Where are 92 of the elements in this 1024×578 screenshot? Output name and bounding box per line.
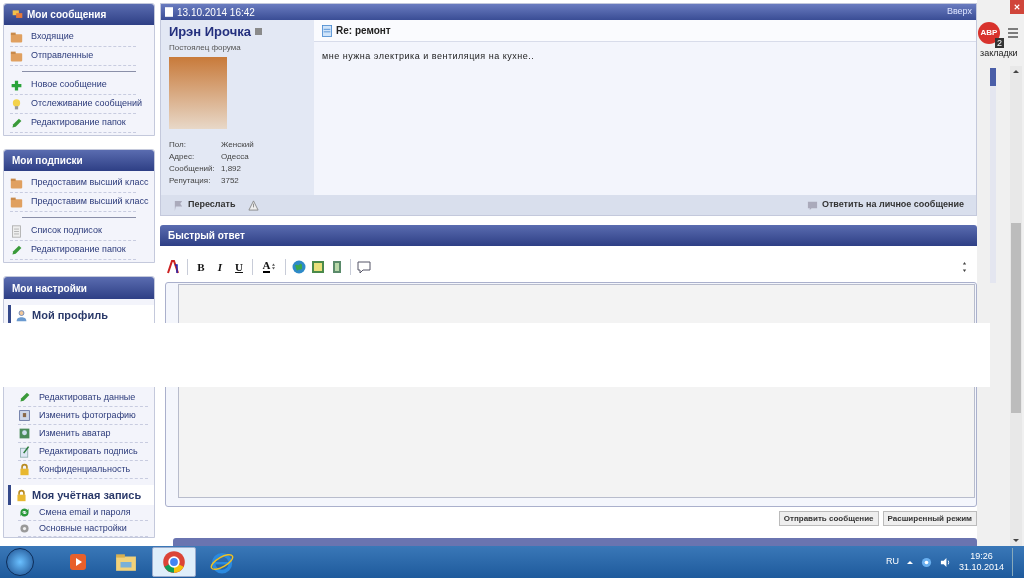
stat-label: Репутация: <box>169 174 212 187</box>
panel-header: Мои сообщения <box>4 4 154 25</box>
count-badge: 2 <box>995 38 1004 48</box>
resize-arrows-icon[interactable] <box>962 260 967 273</box>
taskbar-button[interactable] <box>152 547 196 577</box>
form-button[interactable]: Расширенный режим <box>882 511 977 527</box>
sidebar-link[interactable]: Предоставим высший класс <box>31 176 149 190</box>
dropdown-arrows-icon <box>272 263 276 271</box>
pencil-icon <box>10 116 23 130</box>
panel-header: Мои настройки <box>4 277 154 299</box>
ie-logo-icon <box>210 550 234 574</box>
padlock-icon <box>18 463 31 476</box>
sidebar-link[interactable]: Редактирование папок <box>31 243 126 257</box>
sidebar-link[interactable]: Редактирование папок <box>31 116 126 130</box>
forward-button[interactable]: Переслать <box>173 198 236 212</box>
pen-paper-icon <box>18 445 31 458</box>
language-indicator[interactable]: RU <box>885 555 899 569</box>
stat-value: 1,892 <box>221 162 242 175</box>
sidebar-link[interactable]: Предоставим высший класс <box>31 195 149 209</box>
stat-label: Сообщений: <box>169 162 216 175</box>
menu-icon[interactable] <box>1008 28 1018 38</box>
sidebar-link[interactable]: Смена email и пароля <box>39 505 131 520</box>
refresh-icon <box>18 506 31 519</box>
form-button[interactable]: Отправить сообщение <box>778 511 879 527</box>
sidebar-link[interactable]: Список подписок <box>31 224 102 238</box>
stat-value: Одесса <box>221 150 249 163</box>
image-icon[interactable] <box>310 258 326 275</box>
tray-arrow-icon[interactable] <box>906 560 913 564</box>
message-field[interactable] <box>178 386 975 499</box>
speaker-icon[interactable] <box>939 556 951 568</box>
folder-icon <box>10 30 23 44</box>
top-link[interactable]: Вверх <box>946 5 972 19</box>
section-heading: Мой профиль <box>8 305 154 325</box>
folder-icon <box>114 551 138 573</box>
reply-button[interactable]: Ответить на личное сообщение <box>806 198 964 212</box>
sidebar-link[interactable]: Основные настройки <box>39 521 127 536</box>
plus-icon <box>10 78 23 92</box>
stat-value: Женский <box>221 138 254 151</box>
picture-icon <box>18 427 31 440</box>
sidebar-link[interactable]: Конфиденциальность <box>39 462 131 477</box>
media-player-icon <box>68 552 88 572</box>
panel-header: Мои подписки <box>4 150 154 171</box>
stat-label: Пол: <box>169 138 187 151</box>
font-color-button[interactable]: A <box>258 258 280 275</box>
person-icon <box>15 308 28 322</box>
network-icon[interactable] <box>920 556 932 568</box>
clock[interactable]: 19:26 31.10.2014 <box>958 551 1004 573</box>
sidebar-link[interactable]: Редактировать данные <box>39 390 136 405</box>
italic-button[interactable]: I <box>212 258 228 275</box>
speech-bubble-icon <box>806 199 818 211</box>
sidebar-link[interactable]: Отправленные <box>31 49 94 63</box>
close-icon <box>1014 4 1020 10</box>
user-rank: Постоялец форума <box>169 41 242 54</box>
bookmarks-link[interactable]: закладки <box>980 47 1018 61</box>
flag-icon <box>173 199 184 211</box>
stat-value: 3752 <box>221 174 239 187</box>
sidebar-link[interactable]: Изменить аватар <box>39 426 111 441</box>
padlock-icon <box>15 488 28 502</box>
scrollbar[interactable] <box>1010 66 1022 546</box>
folder-icon <box>10 49 23 63</box>
bold-button[interactable]: B <box>193 258 209 275</box>
sidebar-link[interactable]: Входящие <box>31 30 74 44</box>
post-title: Re: ремонт <box>336 24 391 38</box>
document-icon <box>10 224 23 238</box>
bulb-icon <box>10 97 23 111</box>
browser-logo-icon <box>162 550 186 574</box>
sidebar-link[interactable]: Отслеживание сообщений <box>31 97 142 111</box>
folder-icon <box>10 176 23 190</box>
globe-icon[interactable] <box>291 258 307 275</box>
speech-bubble-icon[interactable] <box>356 258 372 275</box>
sidebar-link[interactable]: Редактировать подпись <box>39 444 138 459</box>
document-icon <box>322 24 332 37</box>
stat-label: Адрес: <box>169 150 196 163</box>
sidebar-link[interactable]: Изменить фотографию <box>39 408 136 423</box>
document-icon <box>165 7 173 17</box>
post-date: 13.10.2014 16:42 <box>177 5 255 20</box>
post-body: мне нужна электрика и вентиляция на кухне.. <box>321 50 536 63</box>
chat-bubbles-icon <box>12 9 23 20</box>
sidebar-link[interactable]: Новое сообщение <box>31 78 107 92</box>
folder-icon <box>10 195 23 209</box>
font-icon[interactable] <box>166 258 182 275</box>
photo-frame-icon <box>18 409 31 422</box>
underline-button[interactable]: U <box>231 258 247 275</box>
pencil-icon <box>10 243 23 257</box>
warning-icon[interactable] <box>247 199 259 211</box>
quick-reply-header: Быстрый ответ <box>160 225 977 246</box>
pencil-icon <box>18 391 31 404</box>
start-button[interactable] <box>6 548 34 576</box>
close-button[interactable] <box>1010 0 1024 14</box>
author-name[interactable]: Ирэн Ирочка <box>169 22 251 42</box>
section-heading: Моя учётная запись <box>8 485 154 505</box>
gear-icon <box>18 522 31 535</box>
